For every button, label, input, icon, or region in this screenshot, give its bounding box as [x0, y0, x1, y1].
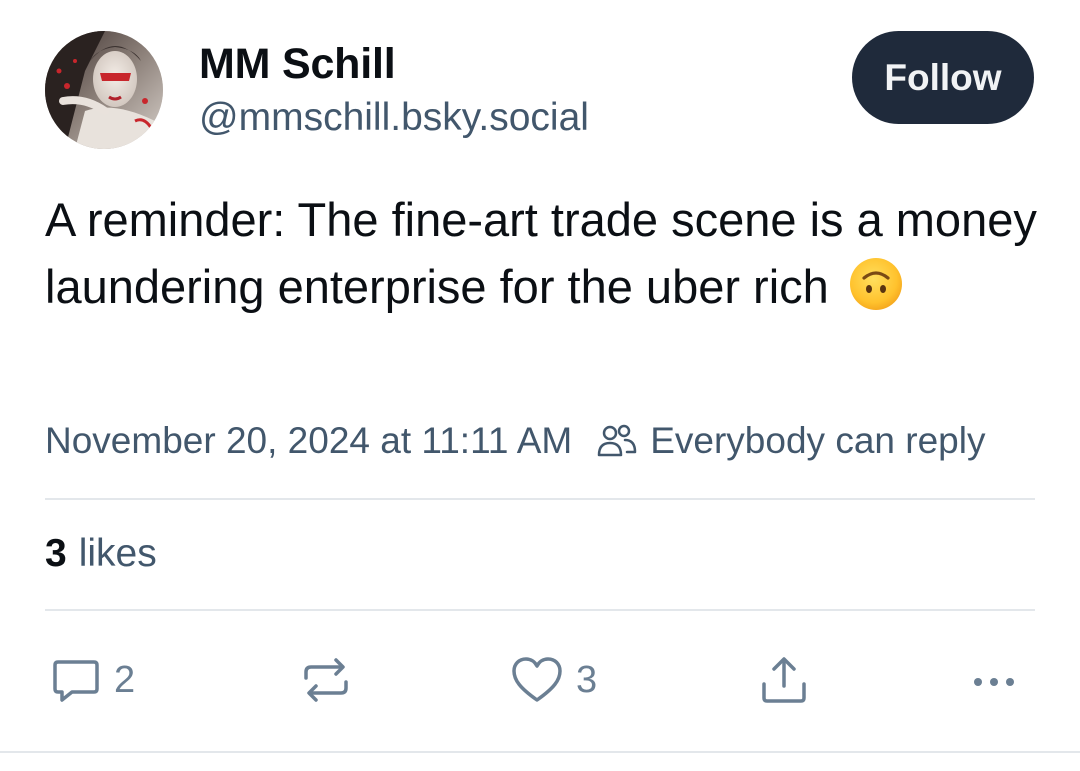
post-timestamp[interactable]: November 20, 2024 at 11:11 AM: [45, 420, 572, 462]
reply-count: 2: [114, 658, 136, 701]
author-handle[interactable]: @mmschill.bsky.social: [199, 96, 589, 140]
like-count: 3: [576, 658, 598, 701]
share-button[interactable]: [758, 650, 810, 710]
post-text: A reminder: The fine-art trade scene is …: [45, 186, 1045, 320]
reply-setting-label: Everybody can reply: [650, 420, 986, 461]
post-thread-item: MM Schill @mmschill.bsky.social Follow A…: [0, 0, 1080, 771]
like-button[interactable]: 3: [510, 650, 597, 710]
likes-count: 3: [45, 532, 67, 575]
upside-down-face-emoji: [849, 258, 902, 310]
author-name[interactable]: MM Schill: [199, 40, 396, 89]
likes-summary[interactable]: 3 likes: [45, 532, 157, 576]
avatar[interactable]: [45, 31, 163, 149]
divider: [0, 751, 1080, 753]
likes-label: likes: [78, 532, 157, 575]
repost-button[interactable]: [300, 650, 352, 710]
people-icon: [597, 424, 637, 457]
reply-setting[interactable]: Everybody can reply: [596, 420, 985, 462]
post-meta: November 20, 2024 at 11:11 AM Everybody …: [45, 420, 985, 462]
follow-button[interactable]: Follow: [852, 31, 1034, 124]
reply-button[interactable]: 2: [50, 650, 135, 710]
heart-icon: [512, 657, 562, 702]
share-icon: [762, 657, 806, 703]
repost-icon: [304, 658, 348, 702]
avatar-image: [45, 31, 163, 149]
divider: [45, 609, 1035, 611]
more-icon: [974, 678, 1014, 686]
reply-icon: [53, 660, 99, 702]
divider: [45, 498, 1035, 500]
more-options-button[interactable]: [968, 650, 1020, 710]
